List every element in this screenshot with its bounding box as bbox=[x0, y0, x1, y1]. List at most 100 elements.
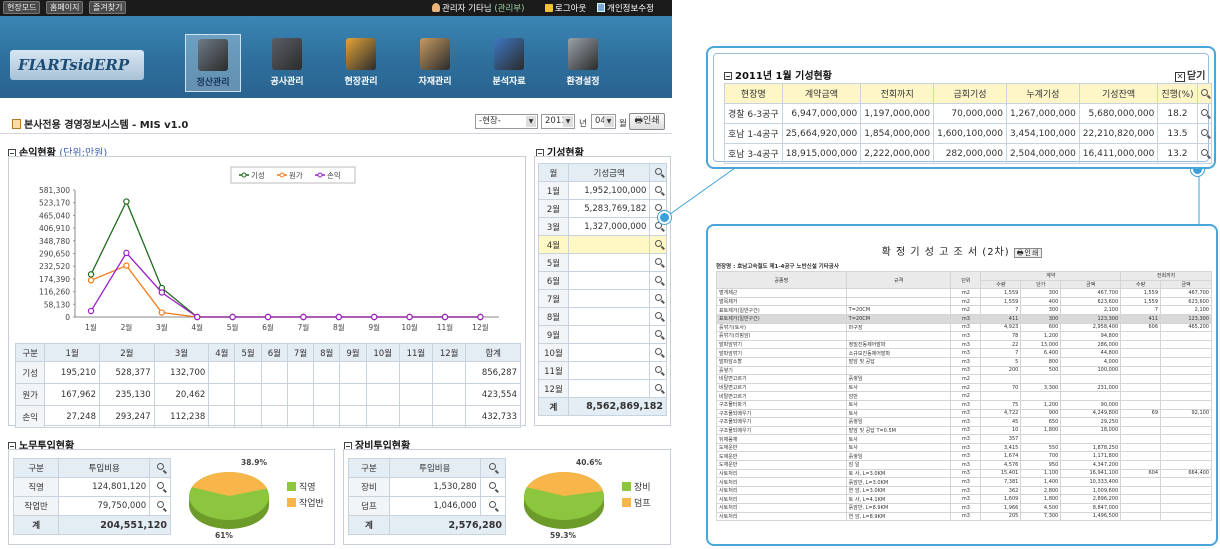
table-cell: 123,300 bbox=[1160, 313, 1212, 324]
table-cell: m3 bbox=[950, 460, 982, 470]
table-cell: 비탈면고르기 bbox=[716, 382, 847, 393]
detail-search-button[interactable] bbox=[1196, 123, 1212, 144]
table-cell: 토사 bbox=[845, 434, 952, 444]
table-cell: 5 bbox=[980, 356, 1022, 367]
report-print-label: 인쇄 bbox=[1024, 249, 1040, 257]
column-subheader: 금액 bbox=[1160, 279, 1212, 290]
table-cell bbox=[1160, 485, 1212, 496]
table-cell: 도재운반 bbox=[716, 442, 847, 453]
table-cell: 흙쌓임 bbox=[845, 451, 952, 462]
table-cell: 흙암반, L=3.0KM bbox=[845, 477, 952, 487]
table-row: 구조물되메우기 발암 및 공답 T=0.5M m3 10 1,800 18,000 bbox=[716, 425, 1212, 436]
table-cell: m3 bbox=[950, 434, 982, 444]
table-cell bbox=[1160, 365, 1212, 376]
table-cell: 사토처리 bbox=[716, 468, 847, 479]
table-cell: 1,559 bbox=[980, 296, 1022, 307]
search-icon bbox=[1200, 148, 1208, 156]
detail-search-button[interactable] bbox=[1196, 143, 1212, 164]
table-cell: 1,878,250 bbox=[1060, 442, 1122, 453]
table-cell: 10,333,400 bbox=[1060, 477, 1122, 487]
table-row: 사토처리 연 암, L=8.9KM m3 205 7,300 1,496,500 bbox=[716, 511, 1212, 522]
table-cell bbox=[1120, 477, 1162, 487]
table-cell: 75 bbox=[980, 399, 1022, 410]
column-header: 단위 bbox=[950, 270, 982, 290]
table-cell: 500 bbox=[1020, 365, 1062, 376]
table-cell bbox=[1160, 511, 1212, 522]
table-cell: 44,800 bbox=[1060, 348, 1122, 358]
search-icon bbox=[1200, 128, 1208, 136]
table-cell: 22 bbox=[980, 339, 1022, 350]
table-cell: 2,504,000,000 bbox=[1005, 143, 1080, 164]
popup1-table: 현장명 계약금액 전회까지 금회기성 누계기성 기성잔액 진행(%) 경찰 6-3공구 6,94… bbox=[724, 83, 1212, 164]
popup1-title-text: 2011년 1월 기성현황 bbox=[735, 71, 832, 82]
table-cell: m3 bbox=[950, 408, 982, 419]
table-row: 사토처리 연 암, L=3.0KM m3 362 2,800 1,009,600 bbox=[716, 485, 1212, 496]
table-cell: 흙쌓임 bbox=[845, 417, 952, 427]
table-cell: 도재운반 bbox=[716, 451, 847, 462]
column-header: 기성잔액 bbox=[1078, 83, 1159, 104]
table-cell: 286,000 bbox=[1060, 339, 1122, 350]
column-subheader: 수량 bbox=[980, 279, 1022, 290]
table-cell bbox=[1060, 434, 1122, 444]
table-cell: 정밀진동제어발파 bbox=[845, 339, 952, 350]
table-cell: 토사 bbox=[845, 408, 952, 419]
table-cell bbox=[845, 365, 952, 376]
table-cell: 1,100 bbox=[1020, 468, 1062, 479]
table-cell bbox=[1160, 451, 1212, 462]
search-button[interactable] bbox=[1196, 83, 1212, 104]
table-cell: m3 bbox=[950, 425, 982, 436]
table-cell bbox=[1160, 503, 1212, 513]
report-print-button[interactable]: 🖶인쇄 bbox=[1013, 248, 1043, 258]
table-cell bbox=[1120, 399, 1162, 410]
table-cell bbox=[1120, 511, 1162, 522]
table-cell bbox=[1120, 356, 1162, 367]
table-cell: 25,664,920,000 bbox=[781, 123, 862, 144]
table-cell: 100,000 bbox=[1060, 365, 1122, 376]
table-cell: 8,847,000 bbox=[1060, 503, 1122, 513]
table-cell: 1,200 bbox=[1020, 331, 1062, 341]
table-cell: 205 bbox=[980, 511, 1022, 522]
table-row: 호남 3-4공구 18,915,000,000 2,222,000,000 282,0… bbox=[724, 143, 1212, 164]
table-cell bbox=[1120, 460, 1162, 470]
table-cell bbox=[1120, 434, 1162, 444]
table-cell: 606 bbox=[1120, 322, 1162, 333]
table-cell bbox=[1120, 451, 1162, 462]
column-header: 전회까지 bbox=[1120, 271, 1212, 281]
table-row: 흙깎기(리핑암) m3 78 1,200 94,800 bbox=[716, 331, 1212, 341]
table-cell: 78 bbox=[980, 331, 1022, 341]
table-cell: m3 bbox=[950, 451, 982, 462]
table-cell: 15,401 bbox=[980, 468, 1022, 479]
table-cell: 2,800 bbox=[1020, 485, 1062, 496]
table-cell: 1,267,000,000 bbox=[1005, 103, 1080, 124]
table-cell: 1,171,800 bbox=[1060, 451, 1122, 462]
table-cell bbox=[1160, 460, 1212, 470]
table-cell: 사토처리 bbox=[716, 485, 847, 496]
column-header: 현장명 bbox=[724, 83, 783, 104]
column-header: 계약 bbox=[980, 271, 1122, 281]
table-cell: m3 bbox=[950, 339, 982, 350]
close-button[interactable]: ✕ 닫기 bbox=[1175, 67, 1205, 82]
table-cell: m2 bbox=[950, 374, 982, 384]
popup1-title: 2011년 1월 기성현황 bbox=[724, 67, 832, 82]
column-header: 계약금액 bbox=[781, 83, 862, 104]
table-cell: 3,454,100,000 bbox=[1005, 123, 1080, 144]
table-cell: m3 bbox=[950, 468, 982, 479]
table-cell: 사토처리 bbox=[716, 511, 847, 522]
table-cell: 13,000 bbox=[1020, 339, 1062, 350]
table-cell bbox=[1160, 339, 1212, 350]
table-cell: 10 bbox=[980, 425, 1022, 436]
table-cell: 200 bbox=[980, 365, 1022, 376]
table-cell: 1,197,000,000 bbox=[860, 103, 935, 124]
detail-search-button[interactable] bbox=[1196, 103, 1212, 124]
table-cell: 구조물되메우기 bbox=[716, 417, 847, 427]
table-cell: 발파암깎기 bbox=[716, 348, 847, 358]
table-cell: 7 bbox=[980, 305, 1022, 315]
table-cell bbox=[1160, 391, 1212, 401]
table-cell bbox=[845, 331, 952, 341]
table-row: 벌개제근 m2 1,559 300 467,700 1,559 467,700 bbox=[716, 288, 1212, 298]
table-cell: 4,722 bbox=[980, 408, 1022, 419]
table-cell: 2,100 bbox=[1160, 305, 1212, 315]
table-row: 사토처리 흙암반, L=3.0KM m3 7,381 1,400 10,333,400 bbox=[716, 477, 1212, 487]
table-cell: 사토처리 bbox=[716, 503, 847, 513]
table-cell: 1,800 bbox=[1020, 425, 1062, 436]
